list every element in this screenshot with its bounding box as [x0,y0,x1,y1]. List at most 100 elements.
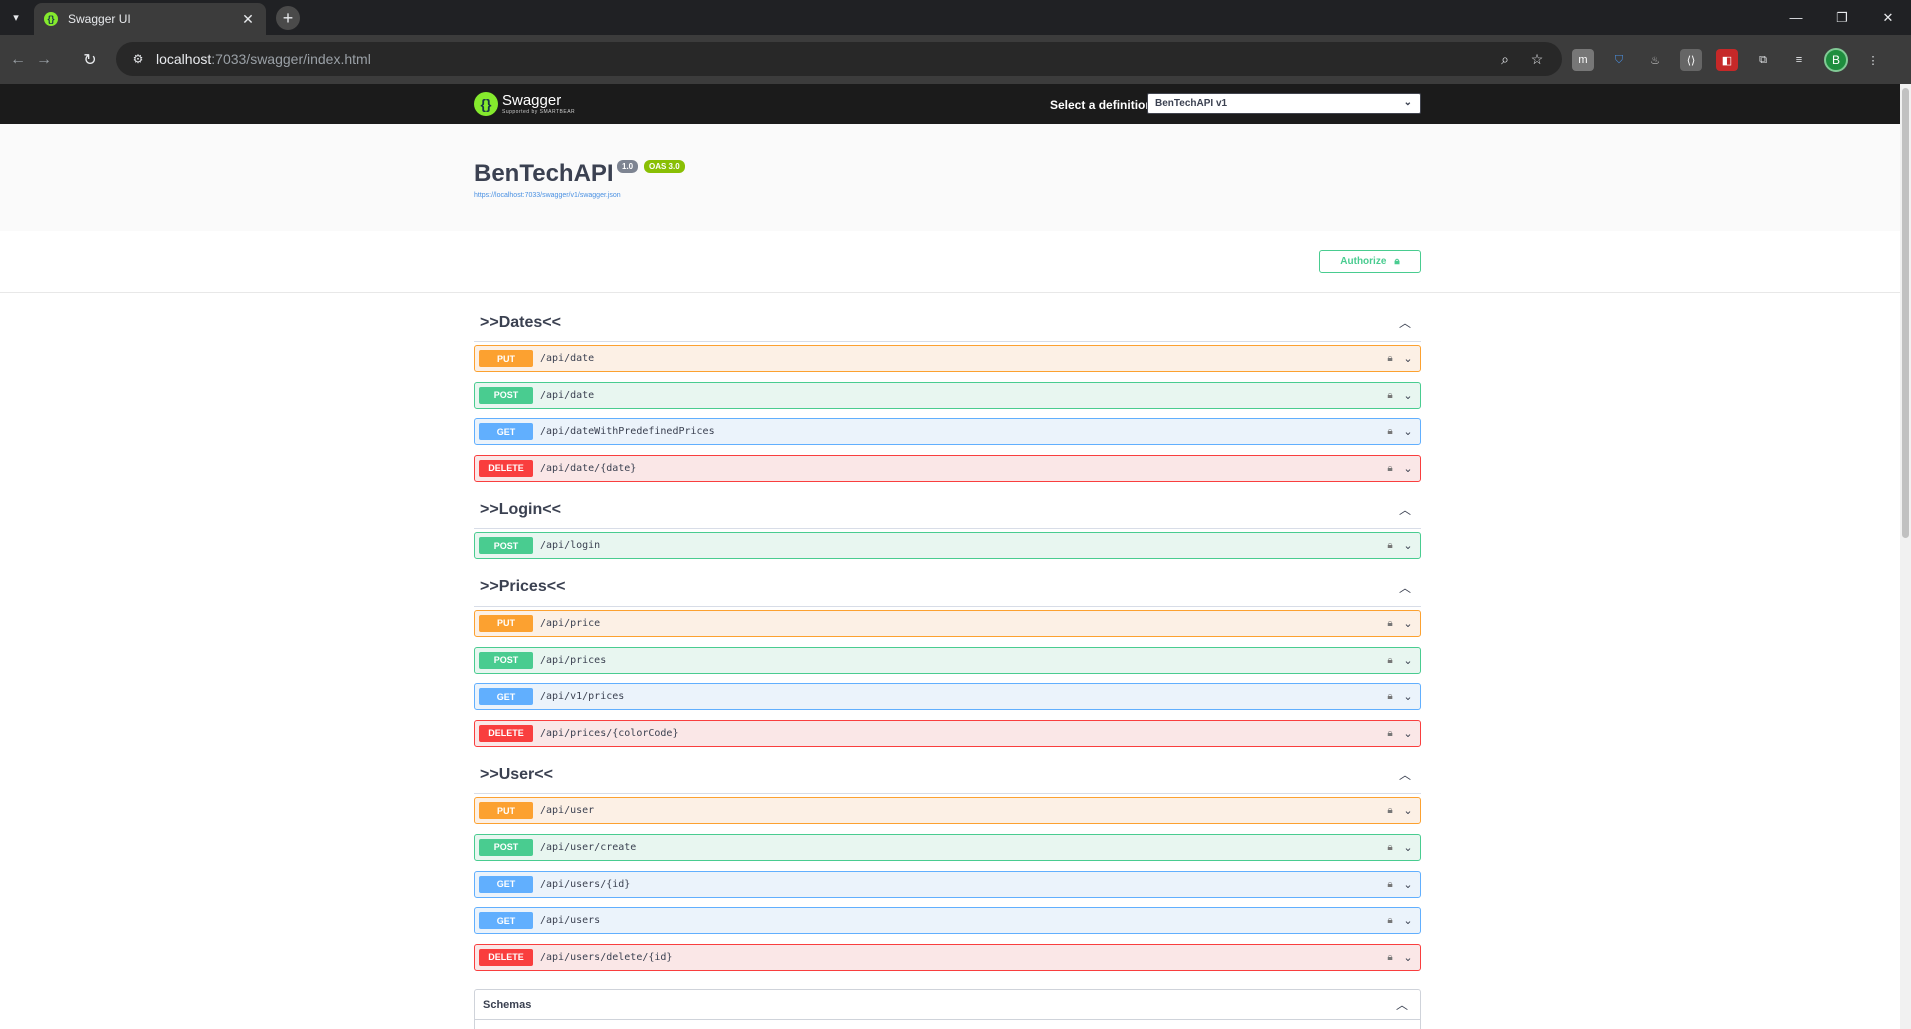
method-badge: POST [479,386,533,404]
schemas-section: Schemas ︿ [474,989,1421,1029]
operation-row[interactable]: DELETE/api/users/delete/{id} 🔒︎ ⌄ [474,943,1421,971]
chevron-down-icon: ⌄ [1403,841,1413,854]
url-text[interactable]: localhost:7033/swagger/index.html [156,51,1484,67]
method-badge: PUT [479,350,533,367]
lock-icon[interactable]: 🔒︎ [1383,728,1397,739]
operation-row[interactable]: POST/api/prices 🔒︎ ⌄ [474,646,1421,674]
operation-row[interactable]: GET/api/v1/prices 🔒︎ ⌄ [474,683,1421,711]
extension-flame-icon[interactable]: ♨ [1644,49,1666,71]
chevron-down-icon: ⌄ [1403,727,1413,740]
tag-header[interactable]: >>Dates<< ︿ [474,304,1421,342]
api-info: BenTechAPI 1.0 OAS 3.0 https://localhost… [0,124,1900,231]
chevron-down-icon: ⌄ [1403,389,1413,402]
zoom-icon[interactable]: ⌕ [1494,48,1516,70]
tag-name: >>User<< [480,765,553,783]
operation-path: /api/user/create [540,841,637,853]
chevron-up-icon: ︿ [1395,998,1408,1012]
tab-search-chevron-icon[interactable]: ▾ [6,7,26,27]
lock-icon[interactable]: 🔒︎ [1383,915,1397,926]
extension-red-icon[interactable]: ◧ [1716,49,1738,71]
operation-row[interactable]: POST/api/login 🔒︎ ⌄ [474,532,1421,560]
method-badge: POST [479,838,533,856]
lock-icon[interactable]: 🔒︎ [1383,655,1397,666]
tag-header[interactable]: >>User<< ︿ [474,756,1421,795]
forward-icon[interactable]: → [32,48,56,72]
logo-text: Swagger [502,92,562,109]
method-badge: DELETE [479,724,533,742]
restore-icon[interactable]: ❐ [1819,0,1865,35]
scroll-thumb[interactable] [1902,88,1909,538]
lock-icon[interactable]: 🔒︎ [1383,842,1397,853]
extension-shield-icon[interactable]: ⛉ [1608,49,1630,71]
spec-link[interactable]: https://localhost:7033/swagger/v1/swagge… [474,192,621,199]
tab-title: Swagger UI [68,12,131,26]
menu-kebab-icon[interactable]: ⋮ [1862,49,1884,71]
back-icon[interactable]: ← [6,48,30,72]
lock-icon[interactable]: 🔒︎ [1383,691,1397,702]
lock-icon: 🔒︎ [1394,256,1400,267]
close-window-icon[interactable]: ✕ [1865,0,1911,35]
auth-section: Authorize 🔒︎ [0,231,1900,293]
chevron-up-icon: ︿ [1398,580,1411,595]
operation-row[interactable]: POST/api/date 🔒︎ ⌄ [474,381,1421,409]
swagger-logo[interactable]: {} Swagger Supported by SMARTBEAR [474,92,575,116]
reading-list-icon[interactable]: ≡ [1788,49,1810,71]
chevron-up-icon: ︿ [1398,768,1411,783]
definition-label: Select a definition [1050,98,1153,112]
authorize-button[interactable]: Authorize 🔒︎ [1319,250,1421,273]
operation-row[interactable]: GET/api/dateWithPredefinedPrices 🔒︎ ⌄ [474,418,1421,446]
operation-row[interactable]: POST/api/user/create 🔒︎ ⌄ [474,833,1421,861]
address-bar[interactable]: ⚙ localhost:7033/swagger/index.html ⌕ ☆ [116,42,1562,76]
extension-m-icon[interactable]: m [1572,49,1594,71]
lock-icon[interactable]: 🔒︎ [1383,390,1397,401]
browser-tab[interactable]: {} Swagger UI ✕ [34,3,266,35]
tab-close-icon[interactable]: ✕ [240,11,256,28]
lock-icon[interactable]: 🔒︎ [1383,805,1397,816]
lock-icon[interactable]: 🔒︎ [1383,426,1397,437]
operation-row[interactable]: PUT/api/user 🔒︎ ⌄ [474,797,1421,825]
operation-path: /api/login [540,540,601,552]
method-badge: POST [479,537,533,555]
site-info-icon[interactable]: ⚙ [130,51,146,67]
operation-row[interactable]: GET/api/users/{id} 🔒︎ ⌄ [474,870,1421,898]
operation-path: /api/date [540,389,595,401]
reload-icon[interactable]: ↻ [78,48,102,72]
definition-value: BenTechAPI v1 [1155,98,1228,109]
chevron-down-icon: ⌄ [1403,691,1413,704]
operation-row[interactable]: PUT/api/price 🔒︎ ⌄ [474,609,1421,637]
method-badge: POST [479,651,533,669]
bookmark-star-icon[interactable]: ☆ [1526,48,1548,70]
lock-icon[interactable]: 🔒︎ [1383,540,1397,551]
tag-name: >>Prices<< [480,578,566,596]
operation-row[interactable]: DELETE/api/date/{date} 🔒︎ ⌄ [474,454,1421,482]
lock-icon[interactable]: 🔒︎ [1383,952,1397,963]
page-scrollbar[interactable] [1900,84,1911,1029]
lock-icon[interactable]: 🔒︎ [1383,463,1397,474]
operation-path: /api/price [540,617,601,629]
chevron-down-icon: ⌄ [1403,540,1413,553]
operation-path: /api/users/delete/{id} [540,951,673,963]
lock-icon[interactable]: 🔒︎ [1383,353,1397,364]
chevron-down-icon: ⌄ [1403,617,1413,630]
tag-header[interactable]: >>Prices<< ︿ [474,569,1421,607]
chevron-down-icon: ⌄ [1403,878,1413,891]
lock-icon[interactable]: 🔒︎ [1383,618,1397,629]
operation-row[interactable]: DELETE/api/prices/{colorCode} 🔒︎ ⌄ [474,719,1421,747]
definition-select[interactable]: BenTechAPI v1 ⌄ [1147,93,1421,114]
extensions-puzzle-icon[interactable]: ⧉ [1752,49,1774,71]
swagger-logo-icon: {} [474,92,498,116]
new-tab-button[interactable]: + [276,6,300,30]
operation-row[interactable]: GET/api/users 🔒︎ ⌄ [474,907,1421,935]
method-badge: DELETE [479,459,533,477]
browser-tab-strip: ▾ {} Swagger UI ✕ + — ❐ ✕ [0,0,1911,35]
operation-row[interactable]: PUT/api/date 🔒︎ ⌄ [474,345,1421,372]
schemas-header[interactable]: Schemas ︿ [475,990,1420,1020]
operations-list: >>Dates<< ︿ PUT/api/date 🔒︎ ⌄ POST/api/date 🔒︎… [474,304,1421,980]
lock-icon[interactable]: 🔒︎ [1383,879,1397,890]
minimize-icon[interactable]: — [1773,0,1819,35]
extension-code-icon[interactable]: ⟨⟩ [1680,49,1702,71]
method-badge: GET [479,688,533,706]
operation-path: /api/date [540,353,595,364]
profile-avatar[interactable]: B [1824,48,1848,72]
tag-header[interactable]: >>Login<< ︿ [474,491,1421,530]
